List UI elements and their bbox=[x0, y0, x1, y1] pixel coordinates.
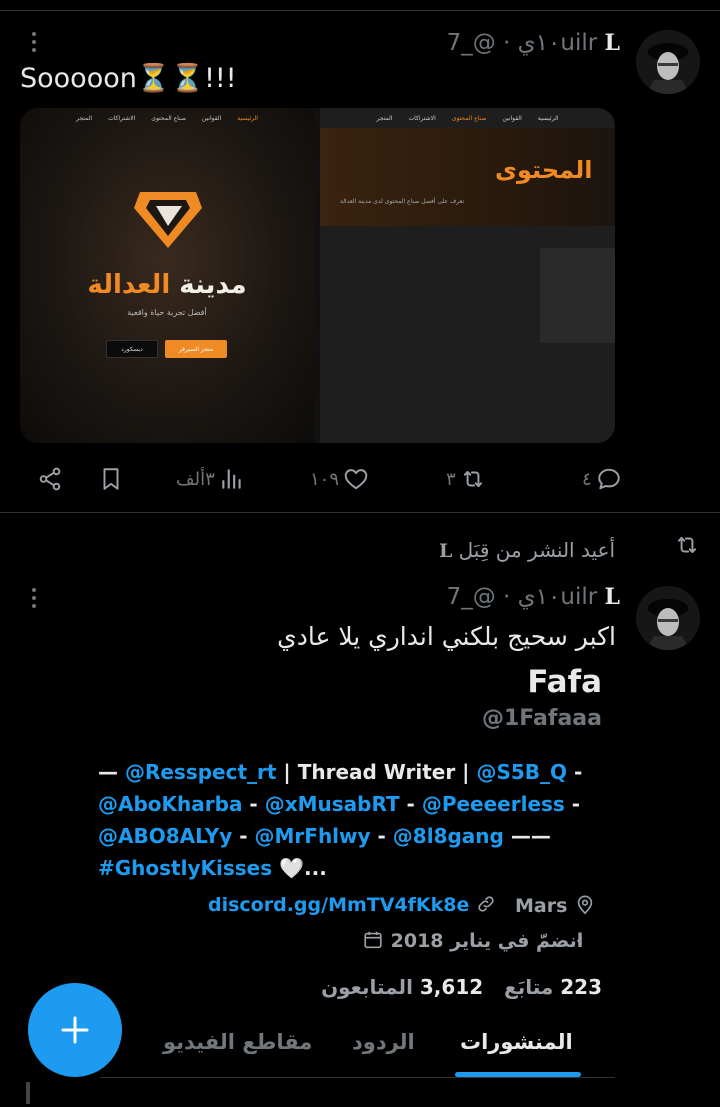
media-right-title: المحتوى bbox=[495, 156, 593, 184]
media-image-right[interactable]: المتجر الاشتراكات صناع المحتوى القوانين … bbox=[320, 108, 615, 443]
profile-joined: انضمّ في يناير 2018 bbox=[362, 929, 583, 952]
mention-link[interactable]: @Resspect_rt bbox=[125, 760, 277, 784]
tweet2-author-name[interactable]: L bbox=[605, 584, 620, 610]
scroll-indicator bbox=[26, 1082, 30, 1104]
media-left-subtitle: أفضل تجربة حياة واقعية bbox=[127, 308, 207, 317]
bookmark-button[interactable] bbox=[98, 466, 124, 492]
heart-icon bbox=[344, 469, 368, 490]
reply-count: ٤ bbox=[582, 468, 592, 490]
profile-handle[interactable]: @1Fafaaa bbox=[482, 706, 602, 731]
followers-stat[interactable]: 3,612 المتابعون bbox=[321, 975, 483, 999]
chevron-left-icon: ‹ bbox=[576, 930, 584, 951]
mention-link[interactable]: @AboKharba bbox=[98, 792, 242, 816]
media-left-nav: المتجر الاشتراكات صناع المحتوى القوانين … bbox=[76, 114, 258, 122]
mention-link[interactable]: @8l8gang bbox=[393, 824, 504, 848]
media-right-card bbox=[540, 248, 615, 343]
like-count: ١٠٩ bbox=[310, 468, 340, 490]
repost-indicator-icon bbox=[677, 536, 697, 554]
mention-link[interactable]: @S5B_Q bbox=[476, 760, 567, 784]
tweet1-header: ١٠ي · @_7uilr L bbox=[446, 30, 620, 56]
media-right-nav: المتجر الاشتراكات صناع المحتوى القوانين … bbox=[376, 114, 559, 122]
tweet2-header: ١٠ي · @_7uilr L bbox=[446, 584, 620, 610]
link-icon bbox=[478, 896, 494, 912]
bio-line: — @Resspect_rt | Thread Writer | @S5B_Q … bbox=[98, 760, 583, 784]
media-left-store-button: متجر السيرفر bbox=[165, 340, 227, 358]
bio-line: #GhostlyKisses 🤍... bbox=[98, 856, 327, 880]
reposted-by-label[interactable]: أعيد النشر من قِبَل L bbox=[439, 538, 615, 562]
top-divider bbox=[0, 10, 720, 11]
mention-link[interactable]: @Peeeerless bbox=[422, 792, 565, 816]
media-right-hero: المحتوى تعرف على أفضل صناع المحتوى لدى م… bbox=[320, 128, 615, 226]
media-logo-icon bbox=[134, 192, 202, 248]
profile-website[interactable]: discord.gg/MmTV4fKk8e bbox=[208, 894, 496, 916]
mention-link[interactable]: @ABO8ALYy bbox=[98, 824, 232, 848]
tweet1-avatar[interactable] bbox=[636, 30, 700, 94]
like-button[interactable]: ١٠٩ bbox=[310, 466, 369, 492]
mention-link[interactable]: @MrFhlwy bbox=[255, 824, 371, 848]
profile-location: Mars bbox=[515, 894, 596, 917]
views-count: ٣ألف bbox=[176, 468, 215, 490]
active-tab-indicator bbox=[455, 1072, 581, 1077]
profile-counts: 223 متابَع 3,612 المتابعون bbox=[321, 975, 602, 999]
compose-button[interactable] bbox=[28, 983, 122, 1077]
plus-icon bbox=[61, 1016, 89, 1044]
tweet2-more-icon[interactable] bbox=[29, 586, 39, 610]
profile-name[interactable]: Fafa bbox=[527, 664, 602, 700]
tab-replies[interactable]: الردود bbox=[352, 1030, 415, 1054]
share-button[interactable] bbox=[37, 466, 63, 492]
media-left-title: مدينة العدالة bbox=[87, 270, 247, 300]
tweet2-avatar[interactable] bbox=[636, 586, 700, 650]
mention-link[interactable]: @xMusabRT bbox=[265, 792, 400, 816]
tab-videos[interactable]: مقاطع الفيديو bbox=[163, 1030, 312, 1054]
tab-posts[interactable]: المنشورات bbox=[460, 1030, 573, 1054]
reply-icon bbox=[597, 468, 620, 490]
tweet1-media[interactable]: المتجر الاشتراكات صناع المحتوى القوانين … bbox=[20, 108, 615, 443]
media-left-discord-button: ديسكورد bbox=[106, 340, 158, 358]
tabs-divider bbox=[100, 1077, 615, 1078]
tweet1-author-name[interactable]: L bbox=[605, 30, 620, 56]
calendar-icon bbox=[364, 931, 382, 949]
repost-count: ٣ bbox=[446, 468, 456, 490]
tweet2-text: اكبر سحيج بلكني انداري يلا عادي bbox=[277, 622, 616, 651]
repost-icon bbox=[463, 470, 482, 488]
share-icon bbox=[39, 467, 61, 491]
views-button[interactable]: ٣ألف bbox=[176, 466, 245, 492]
bio-line: @AboKharba - @xMusabRT - @Peeeerless - bbox=[98, 792, 581, 816]
tweet1-time: ١٠ي bbox=[517, 30, 561, 56]
media-right-subtitle: تعرف على أفضل صناع المحتوى لدى مدينة الع… bbox=[340, 198, 465, 205]
hashtag-link[interactable]: #GhostlyKisses bbox=[98, 856, 272, 880]
tweet1-text: Sooooon⏳⏳!!! bbox=[20, 63, 237, 94]
location-icon bbox=[577, 895, 593, 915]
bio-line: @ABO8ALYy - @MrFhlwy - @8l8gang —— bbox=[98, 824, 551, 848]
repost-button[interactable]: ٣ bbox=[446, 466, 486, 492]
reply-button[interactable]: ٤ bbox=[582, 466, 622, 492]
media-image-left[interactable]: المتجر الاشتراكات صناع المحتوى القوانين … bbox=[20, 108, 314, 443]
following-stat[interactable]: 223 متابَع bbox=[504, 975, 602, 999]
views-icon bbox=[222, 469, 241, 489]
tweet2-time: ١٠ي bbox=[517, 584, 561, 610]
profile-bio: — @Resspect_rt | Thread Writer | @S5B_Q … bbox=[98, 756, 618, 884]
tweet1-more-icon[interactable] bbox=[29, 30, 39, 54]
tweet-separator bbox=[0, 512, 720, 513]
bookmark-icon bbox=[103, 468, 119, 490]
